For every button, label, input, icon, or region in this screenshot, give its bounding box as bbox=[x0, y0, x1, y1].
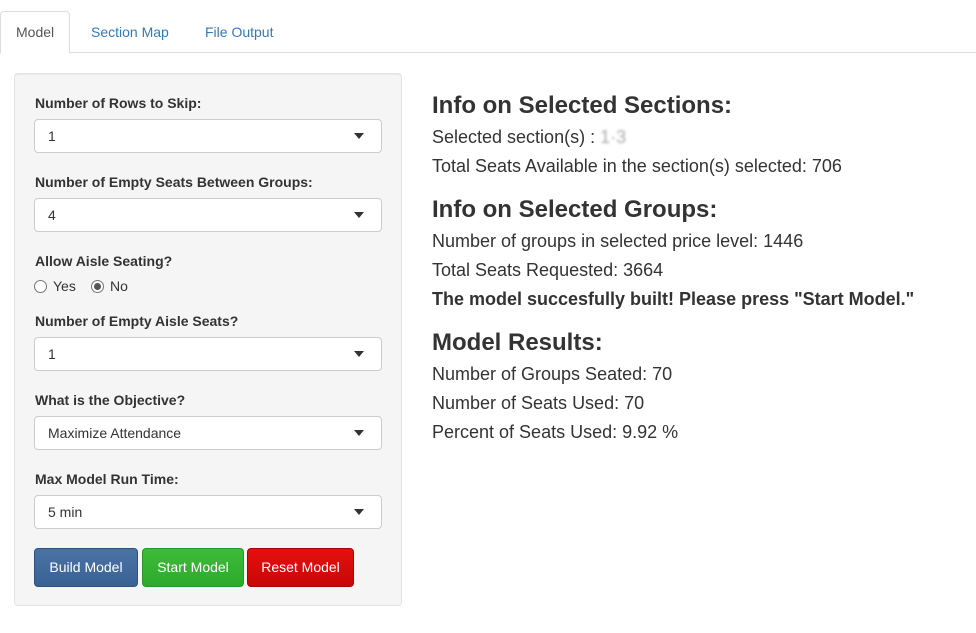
selected-sections-text: Selected section(s) : 1·3 bbox=[432, 127, 626, 148]
sections-heading: Info on Selected Sections: bbox=[432, 92, 733, 119]
chevron-down-icon bbox=[354, 509, 364, 515]
num-groups-text: Number of groups in selected price level… bbox=[432, 231, 804, 251]
radio-checked-icon bbox=[91, 280, 104, 293]
tab-section-map[interactable]: Section Map bbox=[75, 11, 185, 53]
objective-select[interactable]: Maximize Attendance bbox=[34, 416, 382, 450]
radio-unchecked-icon bbox=[34, 280, 47, 293]
results-heading: Model Results: bbox=[432, 329, 603, 356]
objective-value: Maximize Attendance bbox=[48, 425, 182, 441]
build-model-button[interactable]: Build Model bbox=[34, 548, 138, 587]
empty-seats-value: 4 bbox=[48, 207, 56, 223]
chevron-down-icon bbox=[354, 430, 364, 436]
empty-aisle-value: 1 bbox=[48, 346, 56, 362]
max-run-time-select[interactable]: 5 min bbox=[34, 495, 382, 529]
max-run-time-value: 5 min bbox=[48, 504, 83, 520]
empty-seats-select[interactable]: 4 bbox=[34, 198, 382, 232]
chevron-down-icon bbox=[354, 351, 364, 357]
rows-to-skip-label: Number of Rows to Skip: bbox=[35, 95, 202, 111]
total-seats-available: Total Seats Available in the section(s) … bbox=[432, 156, 842, 176]
seats-requested-text: Total Seats Requested: 3664 bbox=[432, 260, 664, 280]
aisle-seating-radio-group: Yes No bbox=[34, 277, 234, 297]
selected-sections-prefix: Selected section(s) : bbox=[432, 127, 596, 147]
sidebar-panel: Number of Rows to Skip: 1 Number of Empt… bbox=[14, 73, 402, 606]
selected-sections-value: 1·3 bbox=[600, 127, 627, 147]
percent-seats-used-text: Percent of Seats Used: 9.92 % bbox=[432, 422, 679, 442]
reset-model-button[interactable]: Reset Model bbox=[247, 548, 354, 587]
empty-seats-label: Number of Empty Seats Between Groups: bbox=[35, 174, 313, 190]
empty-aisle-label: Number of Empty Aisle Seats? bbox=[35, 313, 239, 329]
radio-no-label: No bbox=[110, 278, 128, 294]
empty-aisle-select[interactable]: 1 bbox=[34, 337, 382, 371]
objective-label: What is the Objective? bbox=[35, 392, 186, 408]
max-run-time-label: Max Model Run Time: bbox=[35, 471, 179, 487]
radio-yes-label: Yes bbox=[53, 278, 76, 294]
tab-model[interactable]: Model bbox=[0, 11, 71, 54]
build-success-message: The model succesfully built! Please pres… bbox=[432, 289, 915, 309]
aisle-seating-label: Allow Aisle Seating? bbox=[35, 253, 173, 269]
rows-to-skip-select[interactable]: 1 bbox=[34, 119, 382, 153]
groups-seated-text: Number of Groups Seated: 70 bbox=[432, 364, 673, 384]
aisle-seating-no-radio[interactable]: No bbox=[91, 277, 141, 297]
chevron-down-icon bbox=[354, 212, 364, 218]
tab-bar: Model Section Map File Output bbox=[0, 0, 976, 54]
tab-file-output[interactable]: File Output bbox=[189, 11, 289, 53]
chevron-down-icon bbox=[354, 133, 364, 139]
groups-heading: Info on Selected Groups: bbox=[432, 196, 718, 223]
aisle-seating-yes-radio[interactable]: Yes bbox=[34, 277, 84, 297]
rows-to-skip-value: 1 bbox=[48, 128, 56, 144]
start-model-button[interactable]: Start Model bbox=[142, 548, 244, 587]
seats-used-text: Number of Seats Used: 70 bbox=[432, 393, 645, 413]
